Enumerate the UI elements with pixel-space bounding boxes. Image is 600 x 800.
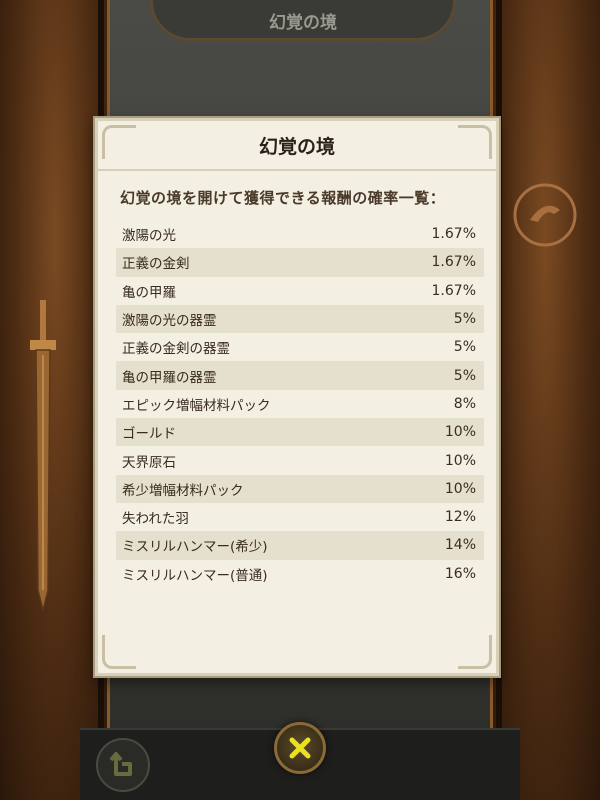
dialog-corner-ornament: [102, 635, 136, 669]
reward-name: ミスリルハンマー(普通): [122, 567, 268, 584]
reward-name: 亀の甲羅: [122, 284, 176, 301]
reward-name: 失われた羽: [122, 511, 189, 528]
reward-rate: 10%: [444, 452, 476, 469]
reward-row: ミスリルハンマー(希少) 14%: [116, 531, 484, 560]
reward-rate: 1.67%: [431, 282, 476, 299]
reward-name: 天界原石: [122, 454, 176, 471]
reward-name: 激陽の光: [122, 228, 176, 245]
reward-row: ミスリルハンマー(普通) 16%: [116, 560, 484, 588]
reward-row: エピック増幅材料パック 8%: [116, 390, 484, 418]
reward-rate: 5%: [453, 311, 476, 328]
right-decorative-panel: [490, 0, 600, 800]
sword-icon: [30, 300, 56, 610]
back-arrow-icon: [109, 752, 132, 776]
reward-rate-dialog: 幻覚の境 幻覚の境を開けて獲得できる報酬の確率一覧： 激陽の光 1.67% 正義…: [95, 118, 499, 676]
dialog-subtitle: 幻覚の境を開けて獲得できる報酬の確率一覧：: [120, 189, 446, 207]
left-decorative-panel: [0, 0, 110, 800]
reward-name: 希少増幅材料パック: [122, 482, 244, 499]
dialog-header: 幻覚の境: [98, 121, 496, 171]
reward-name: 亀の甲羅の器霊: [122, 369, 217, 386]
reward-row: 失われた羽 12%: [116, 503, 484, 531]
back-button[interactable]: [96, 738, 150, 792]
reward-rate: 16%: [444, 565, 476, 582]
reward-row: 激陽の光 1.67%: [116, 220, 484, 248]
top-title-banner: 幻覚の境: [150, 0, 456, 41]
close-x-icon: [289, 737, 311, 759]
reward-name: 正義の金剣の器霊: [122, 341, 230, 358]
reward-row: 亀の甲羅 1.67%: [116, 277, 484, 305]
reward-row: 天界原石 10%: [116, 446, 484, 474]
reward-name: 激陽の光の器霊: [122, 313, 217, 330]
reward-name: ゴールド: [122, 426, 176, 443]
dialog-title: 幻覚の境: [258, 135, 335, 158]
close-button[interactable]: [274, 722, 326, 774]
reward-name: ミスリルハンマー(希少): [122, 539, 268, 556]
reward-rate: 10%: [444, 424, 476, 441]
reward-row: ゴールド 10%: [116, 418, 484, 447]
reward-rate: 5%: [453, 367, 476, 384]
game-screen: 幻覚の境 幻覚の境 幻覚の境を開けて獲得できる報酬の確率一覧： 激陽の光 1.6…: [0, 0, 600, 800]
reward-rate: 12%: [444, 509, 476, 526]
reward-name: エピック増幅材料パック: [122, 397, 271, 414]
dialog-corner-ornament: [458, 635, 492, 669]
reward-rate: 1.67%: [431, 254, 476, 271]
reward-rate: 1.67%: [431, 226, 476, 243]
reward-list: 激陽の光 1.67% 正義の金剣 1.67% 亀の甲羅 1.67% 激陽の光の器…: [116, 220, 484, 588]
bird-emblem-icon: [513, 183, 577, 247]
reward-name: 正義の金剣: [122, 256, 190, 273]
reward-row: 激陽の光の器霊 5%: [116, 304, 484, 334]
reward-rate: 10%: [444, 480, 476, 497]
top-banner-title: 幻覚の境: [269, 12, 337, 33]
reward-row: 正義の金剣 1.67%: [116, 248, 484, 277]
reward-row: 亀の甲羅の器霊 5%: [116, 361, 484, 390]
reward-rate: 8%: [453, 395, 476, 412]
reward-rate: 5%: [453, 339, 476, 356]
reward-rate: 14%: [444, 537, 476, 554]
reward-row: 希少増幅材料パック 10%: [116, 474, 484, 503]
reward-row: 正義の金剣の器霊 5%: [116, 333, 484, 361]
